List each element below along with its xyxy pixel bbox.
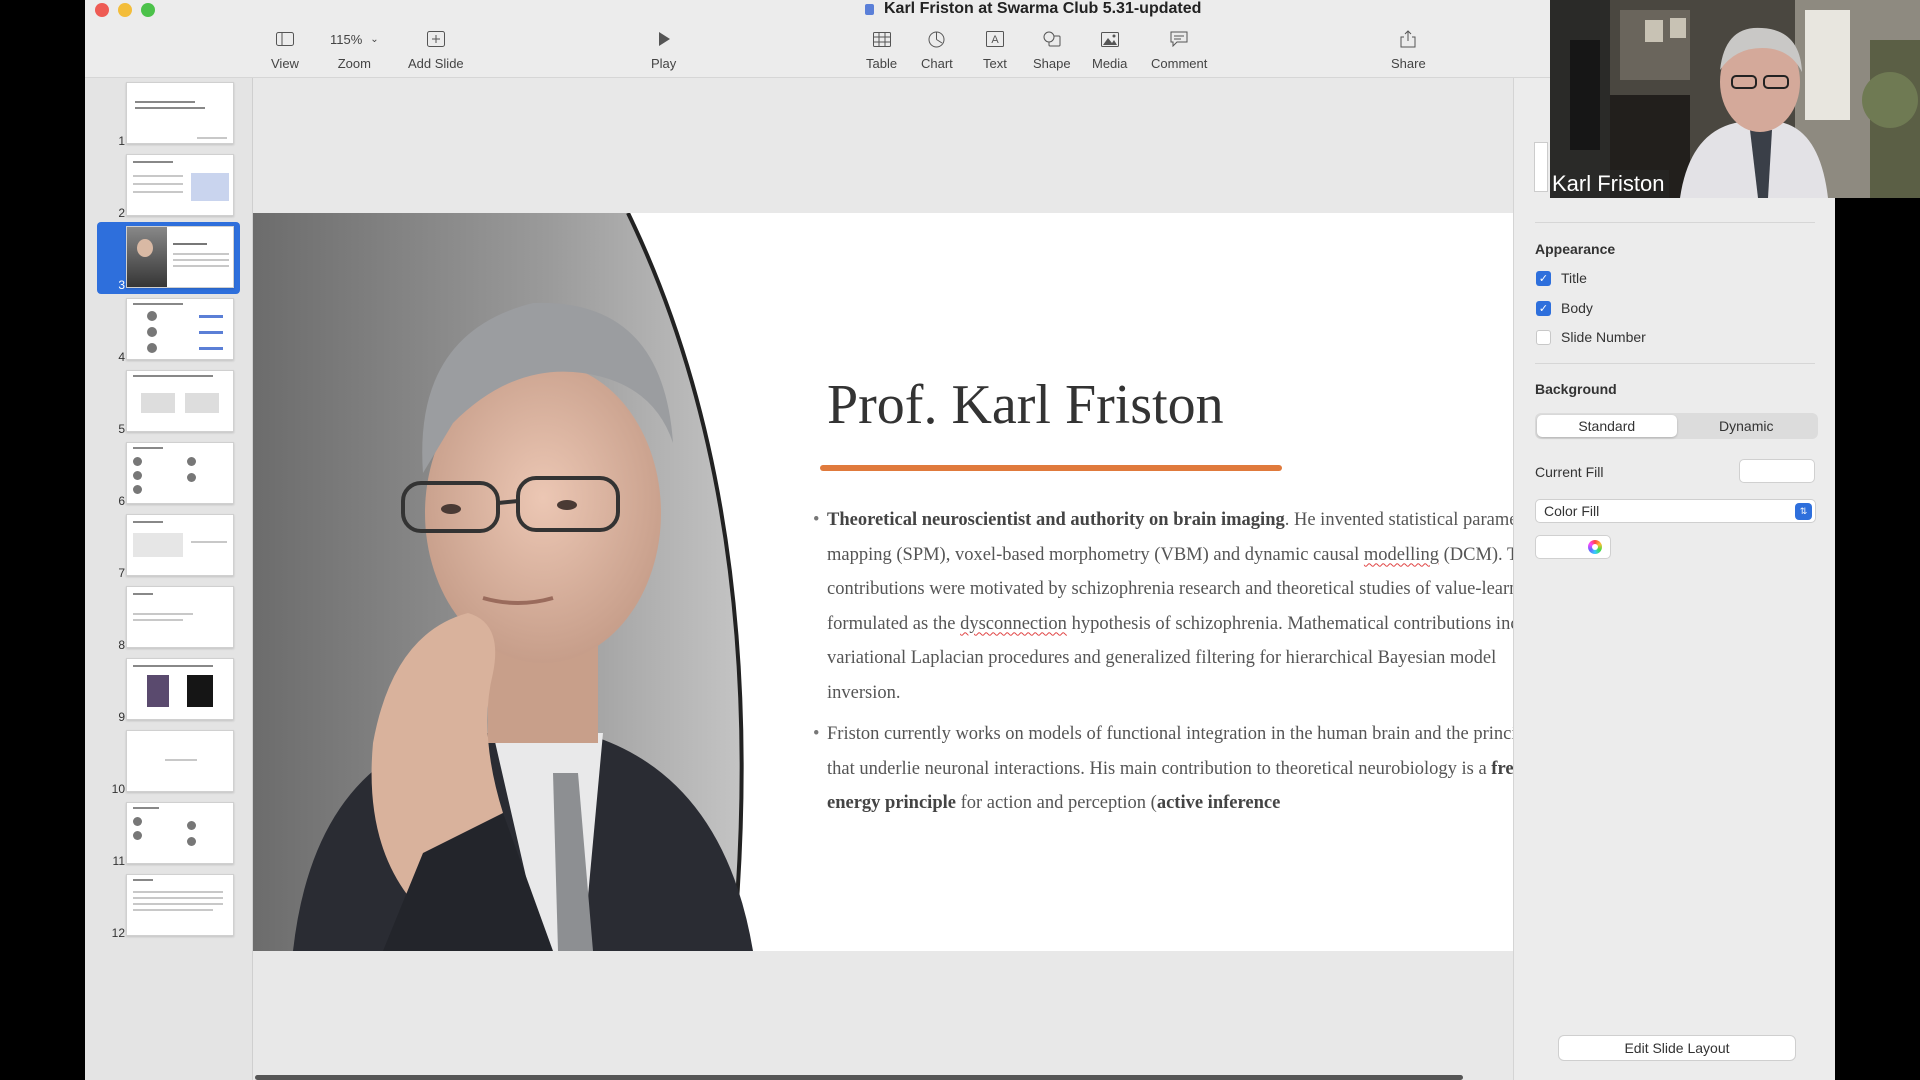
table-icon bbox=[872, 28, 891, 50]
svg-text:A: A bbox=[991, 34, 999, 46]
media-button[interactable]: Media bbox=[1092, 28, 1127, 71]
speaker-photo[interactable] bbox=[253, 213, 773, 951]
fill-type-value: Color Fill bbox=[1544, 503, 1600, 519]
chevron-up-down-icon: ⇅ bbox=[1795, 503, 1812, 520]
standard-tab[interactable]: Standard bbox=[1537, 415, 1677, 437]
slide-thumbnail-image bbox=[126, 298, 234, 360]
title-underline bbox=[820, 465, 1282, 471]
document-icon bbox=[865, 3, 874, 15]
close-window-button[interactable] bbox=[95, 3, 109, 17]
slide-thumbnail-12[interactable]: 12 bbox=[85, 874, 253, 942]
color-wheel-icon[interactable] bbox=[1588, 540, 1602, 554]
slide[interactable]: Prof. Karl Friston Theoretical neuroscie… bbox=[253, 213, 1513, 951]
slide-navigator: 1 2 3 4 5 6 7 8 9 10 11 12 bbox=[85, 78, 253, 1080]
bullet-1: Theoretical neuroscientist and authority… bbox=[813, 503, 1513, 710]
participant-name-label: Karl Friston bbox=[1550, 170, 1670, 198]
background-type-segmented-control: Standard Dynamic bbox=[1535, 413, 1818, 439]
bullet-2-text: for action and perception ( bbox=[955, 793, 1157, 813]
slide-body[interactable]: Theoretical neuroscientist and authority… bbox=[813, 503, 1513, 828]
slide-thumbnail-image bbox=[126, 514, 234, 576]
slide-thumbnail-image bbox=[126, 370, 234, 432]
sidebar-icon bbox=[275, 28, 294, 50]
slide-thumbnail-image bbox=[126, 874, 234, 936]
slide-thumbnail-image bbox=[126, 658, 234, 720]
appearance-heading: Appearance bbox=[1535, 241, 1616, 257]
divider bbox=[1535, 222, 1815, 223]
zoom-dropdown[interactable]: 115% ⌄ Zoom bbox=[330, 28, 379, 72]
misspelled-word: dysconnection bbox=[960, 613, 1067, 634]
slide-number-checkbox-row[interactable]: Slide Number bbox=[1536, 329, 1646, 345]
add-slide-icon bbox=[426, 28, 445, 50]
current-fill-swatch[interactable] bbox=[1739, 459, 1815, 483]
slide-title[interactable]: Prof. Karl Friston bbox=[827, 373, 1224, 437]
share-icon bbox=[1400, 28, 1416, 50]
title-checkbox-label: Title bbox=[1561, 270, 1587, 286]
slide-number-checkbox-label: Slide Number bbox=[1561, 329, 1646, 345]
dynamic-tab[interactable]: Dynamic bbox=[1677, 415, 1817, 437]
slide-thumbnail-6[interactable]: 6 bbox=[85, 442, 253, 510]
slide-thumbnail-image bbox=[126, 154, 234, 216]
text-button[interactable]: A Text bbox=[983, 28, 1007, 71]
slide-thumbnail-image bbox=[126, 802, 234, 864]
add-slide-button[interactable]: Add Slide bbox=[408, 28, 464, 71]
slide-thumbnail-7[interactable]: 7 bbox=[85, 514, 253, 582]
chevron-down-icon: ⌄ bbox=[370, 33, 379, 45]
title-checkbox[interactable]: ✓ bbox=[1536, 270, 1551, 286]
text-box-icon: A bbox=[985, 28, 1004, 50]
background-heading: Background bbox=[1535, 381, 1617, 397]
layout-preview[interactable] bbox=[1534, 142, 1548, 192]
slide-canvas[interactable]: Prof. Karl Friston Theoretical neuroscie… bbox=[253, 78, 1513, 1080]
table-button[interactable]: Table bbox=[866, 28, 897, 71]
chart-icon bbox=[928, 28, 945, 50]
slide-thumbnail-8[interactable]: 8 bbox=[85, 586, 253, 654]
misspelled-word: modelling bbox=[1363, 544, 1439, 565]
bullet-2-bold-text: active inference bbox=[1156, 793, 1281, 813]
body-checkbox[interactable]: ✓ bbox=[1536, 300, 1551, 316]
play-icon bbox=[657, 28, 671, 50]
shape-button[interactable]: Shape bbox=[1033, 28, 1071, 71]
chart-button[interactable]: Chart bbox=[921, 28, 953, 71]
slide-thumbnail-2[interactable]: 2 bbox=[85, 154, 253, 222]
format-inspector: Appearance ✓ Title ✓ Body Slide Number B… bbox=[1513, 78, 1835, 1080]
slide-thumbnail-4[interactable]: 4 bbox=[85, 298, 253, 366]
slide-thumbnail-5[interactable]: 5 bbox=[85, 370, 253, 438]
edit-slide-layout-button[interactable]: Edit Slide Layout bbox=[1558, 1035, 1796, 1061]
slide-thumbnail-9[interactable]: 9 bbox=[85, 658, 253, 726]
current-fill-label: Current Fill bbox=[1535, 464, 1604, 480]
slide-thumbnail-3[interactable]: 3 bbox=[85, 222, 253, 294]
slide-thumbnail-image bbox=[126, 586, 234, 648]
slide-thumbnail-10[interactable]: 10 bbox=[85, 730, 253, 798]
slide-thumbnail-1[interactable]: 1 bbox=[85, 82, 253, 150]
minimize-window-button[interactable] bbox=[118, 3, 132, 17]
body-checkbox-label: Body bbox=[1561, 300, 1593, 316]
divider bbox=[1535, 363, 1815, 364]
body-checkbox-row[interactable]: ✓ Body bbox=[1536, 300, 1593, 316]
participant-video bbox=[1550, 0, 1920, 198]
slide-thumbnail-image bbox=[126, 442, 234, 504]
bullet-2-text: Friston currently works on models of fun… bbox=[827, 724, 1513, 779]
comment-icon bbox=[1170, 28, 1188, 50]
zoom-value: 115% ⌄ bbox=[330, 31, 379, 47]
view-button[interactable]: View bbox=[271, 28, 299, 71]
comment-button[interactable]: Comment bbox=[1151, 28, 1207, 71]
slide-thumbnail-image bbox=[126, 82, 234, 144]
bullet-1-bold-text: Theoretical neuroscientist and authority… bbox=[827, 510, 1285, 530]
share-button[interactable]: Share bbox=[1391, 28, 1426, 71]
fill-type-select[interactable]: Color Fill ⇅ bbox=[1535, 499, 1816, 523]
window-title: Karl Friston at Swarma Club 5.31-updated bbox=[865, 0, 1265, 19]
bullet-2: Friston currently works on models of fun… bbox=[813, 717, 1513, 821]
shape-icon bbox=[1043, 28, 1061, 50]
title-checkbox-row[interactable]: ✓ Title bbox=[1536, 270, 1587, 286]
slide-thumbnail-image bbox=[126, 226, 234, 288]
slide-thumbnail-image bbox=[126, 730, 234, 792]
play-button[interactable]: Play bbox=[651, 28, 676, 71]
horizontal-scrollbar[interactable] bbox=[255, 1075, 1463, 1080]
slide-number-checkbox[interactable] bbox=[1536, 329, 1551, 345]
media-icon bbox=[1100, 28, 1119, 50]
maximize-window-button[interactable] bbox=[141, 3, 155, 17]
slide-thumbnail-11[interactable]: 11 bbox=[85, 802, 253, 870]
color-well[interactable] bbox=[1535, 535, 1611, 559]
